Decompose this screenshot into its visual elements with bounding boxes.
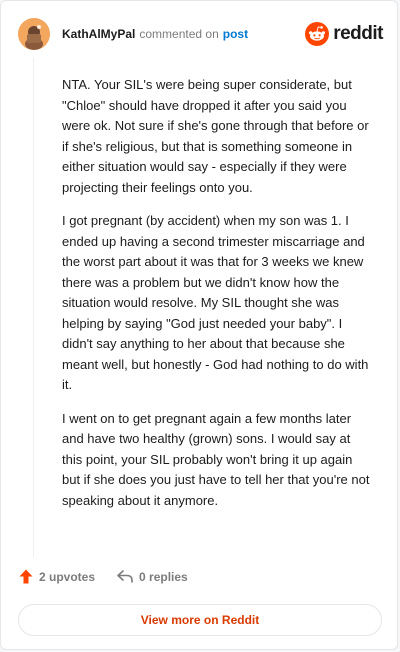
upvote-arrow-icon xyxy=(19,569,33,584)
reddit-brand[interactable]: reddit xyxy=(305,22,383,46)
comment-footer: 2 upvotes 0 replies xyxy=(19,569,210,584)
comment-paragraph: I went on to get pregnant again a few mo… xyxy=(62,410,370,508)
comment-card: KathAlMyPal commented on post reddit NTA… xyxy=(0,0,398,650)
avatar[interactable] xyxy=(18,18,50,50)
post-link[interactable]: post xyxy=(223,27,248,41)
action-text: commented on xyxy=(139,27,219,41)
reply-button[interactable]: 0 replies xyxy=(117,570,188,584)
comment-body: NTA. Your SIL's were being super conside… xyxy=(62,75,374,524)
comment-paragraph: NTA. Your SIL's were being super conside… xyxy=(62,77,369,195)
reply-arrow-icon xyxy=(117,570,133,583)
comment-meta: KathAlMyPal commented on post xyxy=(62,27,248,41)
reply-count: 0 replies xyxy=(139,569,188,584)
thread-line xyxy=(33,57,34,557)
upvote-count: 2 upvotes xyxy=(39,569,96,584)
avatar-illustration xyxy=(18,18,50,50)
upvote-button[interactable]: 2 upvotes xyxy=(19,569,95,584)
reddit-wordmark: reddit xyxy=(333,23,383,44)
comment-paragraph: I got pregnant (by accident) when my son… xyxy=(62,213,369,392)
author-name[interactable]: KathAlMyPal xyxy=(62,27,135,41)
view-more-button[interactable]: View more on Reddit xyxy=(18,604,382,636)
comment-header: KathAlMyPal commented on post reddit xyxy=(18,17,383,51)
reddit-snoo-icon xyxy=(305,22,330,46)
